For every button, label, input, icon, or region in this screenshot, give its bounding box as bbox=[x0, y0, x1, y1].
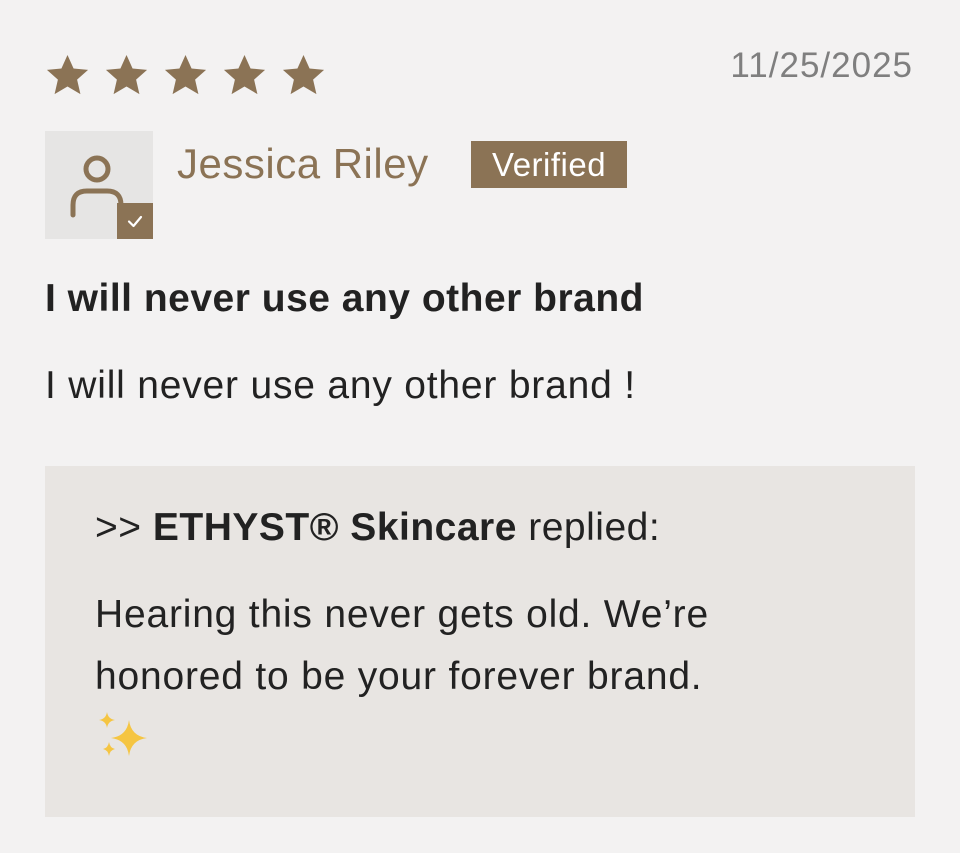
sparkles-icon bbox=[99, 712, 147, 756]
star-icon bbox=[223, 54, 266, 95]
review-title: I will never use any other brand bbox=[45, 277, 645, 320]
star-rating bbox=[44, 52, 327, 99]
reply-header: >> ETHYST® Skincare replied: bbox=[95, 506, 660, 550]
reply-body: Hearing this never gets old. We’re honor… bbox=[95, 593, 709, 698]
avatar bbox=[45, 131, 153, 239]
reply-brand: ETHYST® Skincare bbox=[152, 506, 517, 549]
review-date: 11/25/2025 bbox=[730, 46, 913, 85]
star-icon bbox=[46, 54, 89, 95]
store-reply: >> ETHYST® Skincare replied: Hearing thi… bbox=[45, 466, 915, 817]
verified-badge-icon bbox=[117, 203, 153, 239]
checkmark-icon bbox=[127, 215, 143, 228]
review-card: 11/25/2025 Jessica Riley Verified I will… bbox=[0, 0, 960, 853]
author-name: Jessica Riley bbox=[177, 140, 429, 187]
star-icon bbox=[282, 54, 325, 95]
review-body: I will never use any other brand ! bbox=[45, 364, 636, 407]
reply-suffix: replied: bbox=[516, 506, 661, 549]
star-icon bbox=[164, 54, 207, 95]
reply-prefix: >> bbox=[95, 506, 153, 549]
verified-badge: Verified bbox=[471, 141, 628, 188]
star-icon bbox=[105, 54, 148, 95]
